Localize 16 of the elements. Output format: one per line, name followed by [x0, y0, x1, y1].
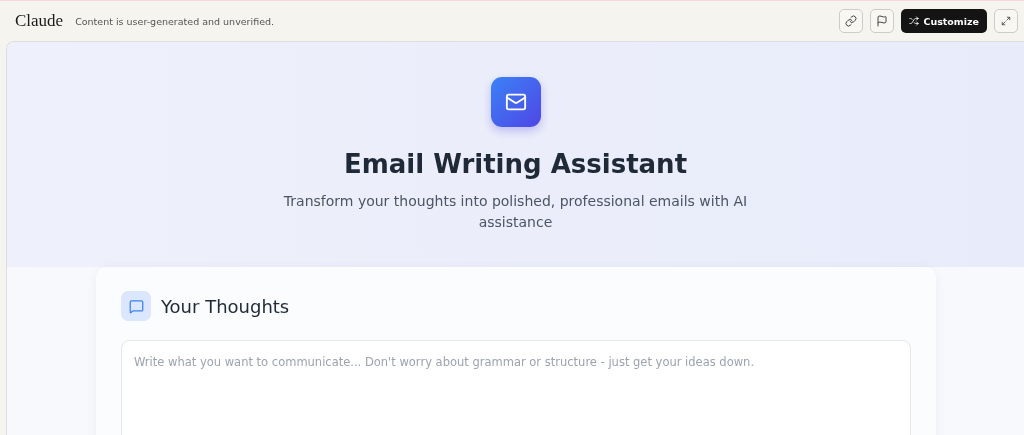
content-notice: Content is user-generated and unverified.: [75, 15, 276, 27]
mail-icon: [490, 77, 541, 127]
link-icon: [845, 15, 858, 27]
page-title: Email Writing Assistant: [343, 149, 688, 179]
expand-button[interactable]: [994, 9, 1018, 33]
expand-icon: [1001, 16, 1011, 26]
flag-button[interactable]: [870, 9, 895, 33]
flag-icon: [876, 15, 889, 27]
card-title: Your Thoughts: [161, 295, 290, 317]
shuffle-icon: [909, 16, 920, 26]
speech-bubble-icon: [121, 291, 151, 321]
app-logo: Claude: [15, 11, 64, 31]
customize-button[interactable]: Customize: [901, 9, 987, 33]
link-button[interactable]: [839, 9, 864, 33]
thoughts-input-field[interactable]: Write what you want to communicate... Don't worry about grammar or structure - just get your ideas down.: [121, 340, 911, 435]
page-subtitle: Transform your thoughts into polished, professional emails with AI assistance: [282, 192, 749, 232]
